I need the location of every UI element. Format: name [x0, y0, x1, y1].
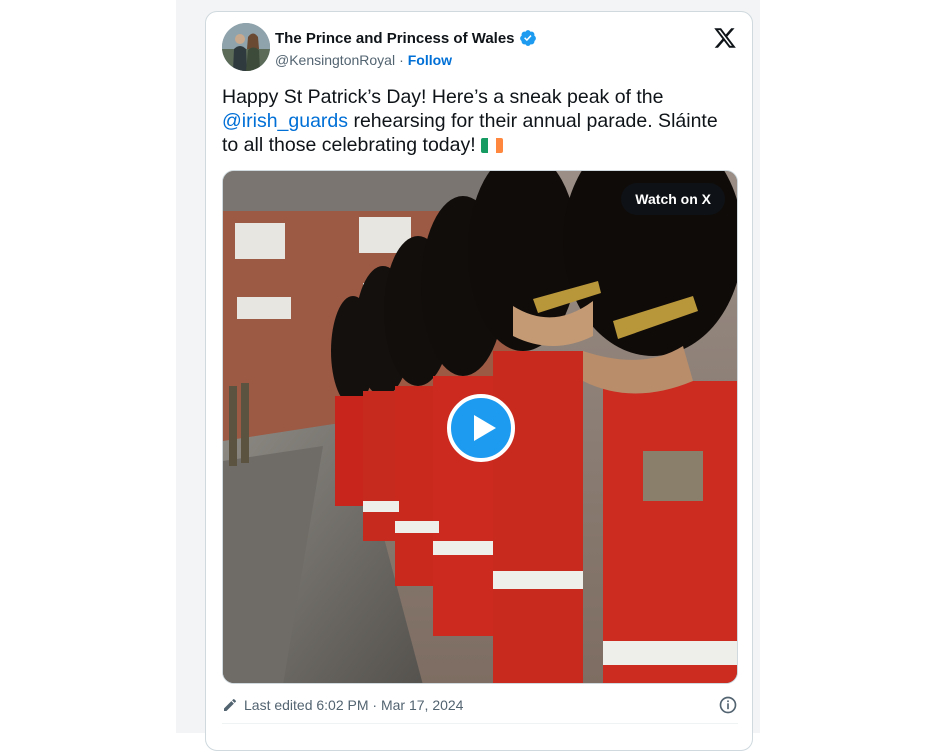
verified-badge-icon [519, 30, 536, 46]
tweet-text-part-1: Happy St Patrick’s Day! Here’s a sneak p… [222, 86, 664, 108]
tweet-text: Happy St Patrick’s Day! Here’s a sneak p… [222, 85, 737, 157]
x-logo-icon[interactable] [713, 26, 737, 50]
avatar[interactable] [222, 23, 270, 71]
pencil-icon [224, 698, 237, 711]
irish-flag-icon [481, 138, 504, 153]
play-icon[interactable] [447, 394, 515, 462]
tweet-card: The Prince and Princess of Wales @Kensin… [205, 11, 753, 751]
author-display-name[interactable]: The Prince and Princess of Wales [275, 30, 515, 47]
tweet-footer: Last edited 6:02 PM · Mar 17, 2024 [222, 695, 738, 717]
author-name-row: The Prince and Princess of Wales [275, 29, 537, 47]
follow-button[interactable]: Follow [408, 52, 452, 68]
info-icon[interactable] [718, 695, 738, 715]
author-handle-row: @KensingtonRoyal · Follow [275, 52, 452, 68]
mention-link[interactable]: @irish_guards [222, 110, 348, 132]
watch-on-x-button[interactable]: Watch on X [621, 183, 725, 215]
author-handle[interactable]: @KensingtonRoyal [275, 52, 395, 68]
last-edited-link[interactable]: Last edited 6:02 PM · Mar 17, 2024 [244, 697, 463, 713]
video-player[interactable]: Watch on X [222, 170, 738, 684]
footer-divider [222, 723, 738, 724]
separator-dot: · [399, 52, 404, 68]
